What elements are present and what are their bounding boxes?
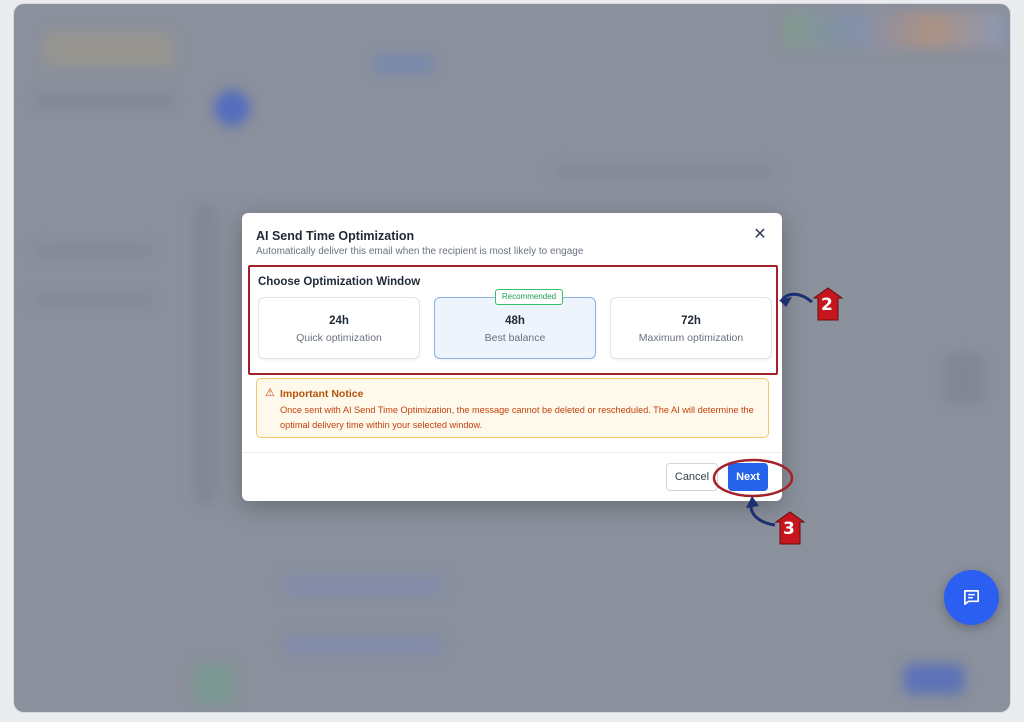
option-desc: Maximum optimization — [638, 332, 744, 344]
option-desc: Quick optimization — [296, 332, 382, 344]
blurred-text — [34, 294, 154, 306]
warning-icon: ⚠ — [265, 387, 275, 399]
optimization-window-highlight: Choose Optimization Window 24h Quick opt… — [248, 265, 778, 375]
option-time: 48h — [505, 315, 525, 327]
next-button[interactable]: Next — [728, 463, 768, 491]
important-notice: ⚠ Important Notice Once sent with AI Sen… — [256, 378, 769, 438]
blurred-toolbar-icons — [784, 12, 1004, 48]
blurred-text — [34, 94, 174, 108]
option-time: 24h — [329, 315, 349, 327]
option-time: 72h — [681, 315, 701, 327]
blurred-text — [34, 244, 154, 256]
option-72h[interactable]: 72h Maximum optimization — [610, 297, 772, 359]
blurred-panel — [944, 354, 984, 404]
step-2-label: 2 — [821, 295, 833, 315]
dialog-title: AI Send Time Optimization — [256, 229, 415, 243]
blurred-text — [554, 164, 774, 180]
option-24h[interactable]: 24h Quick optimization — [258, 297, 420, 359]
option-cards: 24h Quick optimization 48h Best balance … — [258, 289, 772, 359]
blurred-tab — [374, 54, 434, 74]
notice-title: Important Notice — [280, 388, 364, 400]
cancel-button[interactable]: Cancel — [666, 463, 718, 491]
chat-icon — [963, 589, 980, 606]
section-label: Choose Optimization Window — [258, 276, 421, 288]
blurred-button — [904, 664, 964, 694]
recommended-badge: Recommended — [495, 289, 563, 305]
option-48h[interactable]: 48h Best balance — [434, 297, 596, 359]
blurred-field — [284, 574, 444, 596]
close-icon[interactable]: ✕ — [752, 227, 768, 243]
blurred-avatar — [214, 90, 250, 126]
send-time-optimization-dialog: AI Send Time Optimization Automatically … — [242, 213, 782, 501]
blurred-scrollbar — [194, 204, 218, 504]
footer-divider — [242, 452, 782, 453]
option-desc: Best balance — [484, 332, 546, 344]
blurred-icon — [194, 664, 234, 704]
notice-body: Once sent with AI Send Time Optimization… — [280, 405, 754, 430]
dialog-subtitle: Automatically deliver this email when th… — [256, 246, 584, 257]
blurred-logo — [44, 32, 174, 66]
step-3-label: 3 — [783, 519, 795, 539]
chat-button[interactable] — [944, 570, 999, 625]
blurred-field — [284, 634, 444, 656]
